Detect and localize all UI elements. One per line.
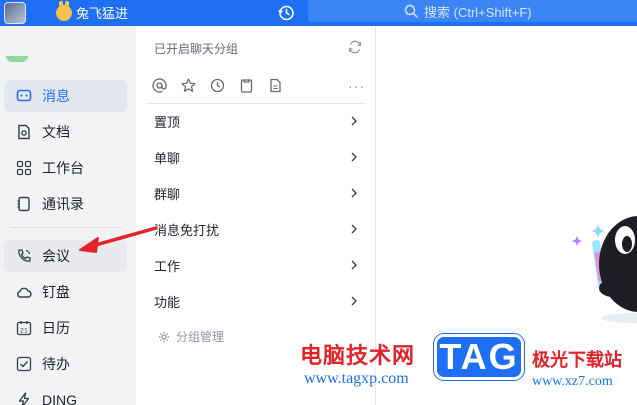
nav-label: 钉盘	[42, 284, 70, 300]
filter-toolbar	[152, 78, 283, 93]
watermark-site: 极光下载站	[532, 350, 622, 370]
document-icon	[18, 124, 30, 140]
menu-label: 功能	[154, 294, 181, 310]
menu-item-do-not-disturb[interactable]: 消息免打扰	[154, 217, 358, 241]
more-icon[interactable]: ···	[348, 78, 365, 94]
chevron-right-icon	[351, 152, 357, 162]
nav-item-messages[interactable]: 消息	[4, 80, 127, 112]
panel-divider	[146, 103, 366, 104]
file-icon[interactable]	[268, 78, 283, 93]
nav-label: 待办	[42, 356, 70, 372]
nav-label: 文档	[42, 124, 70, 140]
menu-label: 群聊	[154, 186, 181, 202]
chevron-right-icon	[351, 260, 357, 270]
watermark-tag-logo: TAG	[434, 334, 524, 380]
todo-icon	[16, 356, 32, 372]
left-nav: 消息 文档 工作台 通讯录 会议 钉盘 21 日历 待办 DING	[0, 26, 136, 405]
menu-label: 置顶	[154, 114, 181, 130]
nav-item-meeting[interactable]: 会议	[4, 240, 127, 272]
gear-icon	[158, 331, 170, 342]
nav-label: 日历	[42, 320, 70, 336]
nav-label: 工作台	[42, 160, 84, 176]
user-name: 兔飞猛进	[76, 6, 129, 21]
menu-item-group-chat[interactable]: 群聊	[154, 181, 358, 205]
clock-icon[interactable]	[210, 78, 225, 93]
watermark-title: 电脑技术网	[300, 343, 416, 368]
menu-item-pinned[interactable]: 置顶	[154, 109, 358, 133]
watermark-url: www.tagxp.com	[304, 370, 409, 387]
menu-label: 单聊	[154, 150, 181, 166]
message-icon	[16, 89, 32, 102]
nav-label: DING	[42, 392, 77, 405]
menu-label: 工作	[154, 258, 181, 274]
top-bar: 兔飞猛进 搜索 (Ctrl+Shift+F)	[0, 0, 637, 26]
nav-item-ding[interactable]: DING	[4, 384, 127, 405]
star-icon[interactable]	[181, 78, 196, 93]
sparkle-icon	[572, 236, 582, 246]
menu-item-work[interactable]: 工作	[154, 253, 358, 277]
nav-label: 消息	[42, 88, 70, 104]
cloud-disk-icon	[17, 287, 32, 298]
group-manage-button[interactable]: 分组管理	[158, 328, 224, 345]
menu-label: 消息免打扰	[154, 222, 220, 238]
nav-item-contacts[interactable]: 通讯录	[4, 188, 127, 220]
search-icon	[404, 4, 418, 18]
watermark-url-secondary: www.xz7.com	[532, 374, 613, 389]
workbench-icon	[16, 160, 32, 176]
nav-separator	[10, 227, 122, 228]
svg-text:21: 21	[20, 328, 28, 335]
nav-item-todo[interactable]: 待办	[4, 348, 127, 380]
contacts-icon	[17, 196, 30, 212]
chevron-right-icon	[351, 116, 357, 126]
user-area[interactable]: 兔飞猛进	[56, 0, 129, 22]
watermark: 电脑技术网 www.tagxp.com TAG 极光下载站 www.xz7.co…	[300, 334, 637, 405]
nav-item-workbench[interactable]: 工作台	[4, 152, 127, 184]
group-manage-label: 分组管理	[176, 330, 225, 344]
chevron-right-icon	[351, 296, 357, 306]
chevron-right-icon	[351, 224, 357, 234]
meeting-phone-icon	[18, 249, 31, 262]
nav-item-docs[interactable]: 文档	[4, 116, 127, 148]
nav-label: 通讯录	[42, 196, 84, 212]
search-placeholder: 搜索 (Ctrl+Shift+F)	[424, 4, 532, 20]
panel-header: 已开启聊天分组	[154, 42, 239, 56]
history-icon[interactable]	[277, 4, 295, 22]
clipboard-icon[interactable]	[239, 78, 254, 93]
refresh-icon[interactable]	[348, 40, 362, 54]
at-icon[interactable]	[152, 78, 167, 93]
nav-item-disk[interactable]: 钉盘	[4, 276, 127, 308]
ding-icon	[18, 392, 30, 405]
app-avatar[interactable]	[4, 2, 26, 24]
chevron-right-icon	[351, 188, 357, 198]
menu-item-single-chat[interactable]: 单聊	[154, 145, 358, 169]
search-input[interactable]: 搜索 (Ctrl+Shift+F)	[308, 0, 637, 22]
nav-status-stub	[6, 56, 28, 62]
calendar-icon: 21	[16, 321, 32, 336]
user-avatar-icon	[56, 0, 72, 21]
nav-label: 会议	[42, 248, 70, 264]
menu-item-features[interactable]: 功能	[154, 289, 358, 313]
nav-item-calendar[interactable]: 21 日历	[4, 312, 127, 344]
sparkle-icon	[592, 225, 604, 237]
